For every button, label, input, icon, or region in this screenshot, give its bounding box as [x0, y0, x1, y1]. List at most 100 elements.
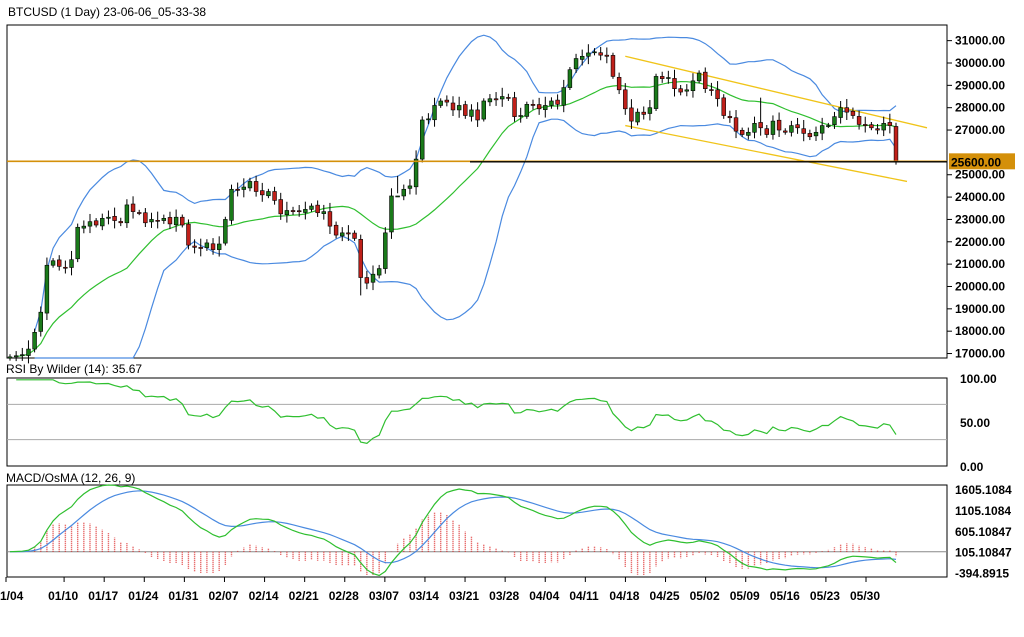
candle-body — [296, 210, 302, 213]
candle-body — [524, 104, 530, 117]
candle-body — [32, 331, 37, 350]
candle-body — [352, 232, 357, 239]
candle-body — [44, 264, 50, 314]
candle-body — [173, 216, 179, 226]
candle-body — [875, 128, 880, 131]
x-tick-label: 02/07 — [208, 589, 238, 603]
macd-panel — [6, 484, 948, 578]
chart-title: BTCUSD (1 Day) 23-06-06_05-33-38 — [8, 5, 206, 19]
y-tick-label: 29000.00 — [955, 78, 1005, 92]
candle-body — [26, 348, 31, 356]
x-tick-label: 04/04 — [529, 589, 559, 603]
candle-body — [813, 131, 819, 137]
candle-body — [216, 243, 222, 250]
candle-body — [869, 124, 874, 129]
candle-body — [666, 77, 671, 79]
candle-body — [881, 123, 886, 131]
candle-body — [303, 209, 308, 213]
candle-body — [57, 259, 62, 267]
candle-body — [709, 89, 714, 91]
rsi-panel — [6, 377, 948, 467]
candle-body — [364, 277, 370, 284]
candle-body — [210, 243, 216, 250]
y-tick-label: 19000.00 — [955, 302, 1005, 316]
candle-body — [420, 119, 425, 160]
candle-body — [598, 52, 603, 56]
candle-body — [198, 247, 203, 249]
candle-body — [475, 109, 480, 121]
x-tick-label: 04/18 — [609, 589, 639, 603]
x-tick-label: 01/10 — [48, 589, 78, 603]
candle-body — [7, 356, 13, 359]
date-axis: 1/04 01/10 01/17 01/24 01/31 02/07 02/14 02/21 0… — [0, 577, 880, 603]
candle-body — [555, 99, 560, 105]
candle-body — [260, 190, 265, 196]
candle-body — [75, 226, 80, 260]
candle-body — [204, 242, 210, 248]
y-tick-label: 31000.00 — [955, 34, 1005, 48]
x-tick-label: 03/14 — [409, 589, 439, 603]
macd-title: MACD/OsMA (12, 26, 9) — [6, 471, 135, 485]
macd-tick-label: 605.10847 — [955, 525, 1012, 539]
macd-tick-label: -394.8915 — [955, 567, 1009, 581]
candle-body — [130, 203, 136, 212]
candle-body — [586, 52, 591, 57]
candle-body — [801, 128, 806, 134]
candle-body — [690, 80, 696, 92]
candle-body — [340, 232, 345, 237]
macd-tick-label: 1605.1084 — [955, 483, 1012, 497]
candle-body — [795, 124, 800, 129]
y-tick-label: 25000.00 — [955, 168, 1005, 182]
candle-body — [235, 188, 240, 191]
candle-body — [635, 111, 640, 123]
candle-body — [604, 54, 610, 57]
candle-body — [137, 212, 142, 214]
candle-body — [838, 107, 843, 118]
candle-body — [567, 69, 573, 88]
candle-body — [180, 216, 185, 226]
y-tick-label: 30000.00 — [955, 56, 1005, 70]
candle-body — [770, 120, 776, 135]
rsi-tick-label: 100.00 — [960, 372, 997, 386]
candle-body — [426, 118, 431, 121]
candle-body — [450, 102, 456, 111]
y-tick-label: 23000.00 — [955, 212, 1005, 226]
candle-body — [844, 107, 849, 113]
y-tick-label: 17000.00 — [955, 347, 1005, 361]
candle-body — [727, 116, 733, 119]
candle-body — [106, 216, 111, 219]
candle-body — [87, 221, 93, 227]
candle-body — [321, 211, 326, 214]
candle-body — [623, 89, 628, 110]
candle-body — [241, 186, 247, 190]
y-tick-label: 24000.00 — [955, 190, 1005, 204]
candle-body — [284, 210, 290, 216]
candle-body — [721, 97, 726, 116]
candle-body — [186, 223, 191, 246]
x-tick-label: 05/30 — [850, 589, 880, 603]
x-tick-label: 03/28 — [489, 589, 519, 603]
rsi-tick-label: 50.00 — [960, 416, 990, 430]
macd-tick-label: 1105.1084 — [955, 504, 1011, 518]
candle-body — [272, 191, 277, 201]
candle-body — [672, 78, 677, 89]
candle-body — [50, 260, 56, 266]
x-tick-label: 04/11 — [569, 589, 599, 603]
candle-body — [887, 122, 893, 126]
candle-body — [100, 218, 105, 227]
x-tick-label: 03/07 — [369, 589, 399, 603]
candle-body — [290, 210, 296, 212]
candle-body — [561, 87, 566, 106]
candle-body — [38, 311, 43, 332]
candle-body — [592, 51, 597, 54]
candle-body — [315, 204, 320, 214]
candle-body — [93, 220, 99, 226]
candle-body — [758, 122, 763, 129]
candle-body — [333, 224, 339, 236]
candle-body — [438, 100, 443, 106]
candle-body — [81, 225, 87, 229]
candle-body — [395, 195, 400, 198]
candle-body — [678, 88, 683, 93]
candle-body — [512, 97, 517, 117]
candle-body — [358, 239, 363, 278]
